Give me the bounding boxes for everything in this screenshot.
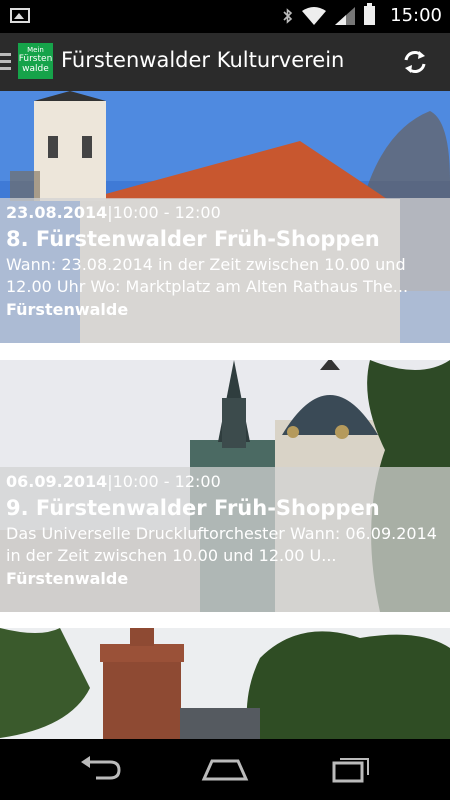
event-title: 8. Fürstenwalder Früh-Shoppen <box>6 227 380 251</box>
battery-icon <box>364 3 375 25</box>
status-time: 15:00 <box>390 5 442 26</box>
navigation-bar <box>0 739 450 800</box>
event-time: |10:00 - 12:00 <box>107 203 221 222</box>
event-info-overlay: 06.09.2014|10:00 - 12:00 9. Fürstenwalde… <box>0 467 450 612</box>
status-icons <box>283 3 375 25</box>
event-feed[interactable]: 23.08.2014|10:00 - 12:00 8. Fürstenwalde… <box>0 91 450 739</box>
event-card[interactable]: 23.08.2014|10:00 - 12:00 8. Fürstenwalde… <box>0 91 450 343</box>
app-title: Fürstenwalder Kulturverein <box>61 48 345 72</box>
home-icon[interactable] <box>200 753 250 783</box>
app-logo[interactable]: Mein Fürsten walde <box>18 43 53 79</box>
signal-icon <box>335 7 355 25</box>
event-card[interactable]: 06.09.2014|10:00 - 12:00 9. Fürstenwalde… <box>0 360 450 612</box>
event-date-line: 06.09.2014|10:00 - 12:00 <box>6 470 444 493</box>
event-info-overlay: 23.08.2014|10:00 - 12:00 8. Fürstenwalde… <box>0 198 450 343</box>
event-location: Fürstenwalde <box>6 569 129 588</box>
status-bar: 15:00 <box>0 0 450 33</box>
event-date-line: 23.08.2014|10:00 - 12:00 <box>6 201 444 224</box>
event-date: 23.08.2014 <box>6 203 108 222</box>
bluetooth-icon <box>283 7 293 25</box>
menu-drawer-icon[interactable] <box>0 53 11 74</box>
event-time: |10:00 - 12:00 <box>107 472 221 491</box>
event-title: 9. Fürstenwalder Früh-Shoppen <box>6 496 380 520</box>
wifi-icon <box>302 7 326 25</box>
back-icon[interactable] <box>78 753 122 783</box>
event-description: Wann: 23.08.2014 in der Zeit zwischen 10… <box>6 255 409 296</box>
tower-photo <box>0 628 450 739</box>
logo-text-line: Mein <box>27 46 44 54</box>
refresh-icon[interactable] <box>400 47 430 77</box>
event-location: Fürstenwalde <box>6 300 129 319</box>
app-bar: Mein Fürsten walde Fürstenwalder Kulturv… <box>0 33 450 91</box>
recent-apps-icon[interactable] <box>330 753 374 783</box>
event-description: Das Universelle Druckluftorchester Wann:… <box>6 524 437 565</box>
gallery-notification-icon <box>10 8 30 23</box>
event-date: 06.09.2014 <box>6 472 108 491</box>
logo-text-line: walde <box>22 64 49 74</box>
event-card[interactable] <box>0 628 450 739</box>
logo-text-line: Fürsten <box>18 54 53 64</box>
